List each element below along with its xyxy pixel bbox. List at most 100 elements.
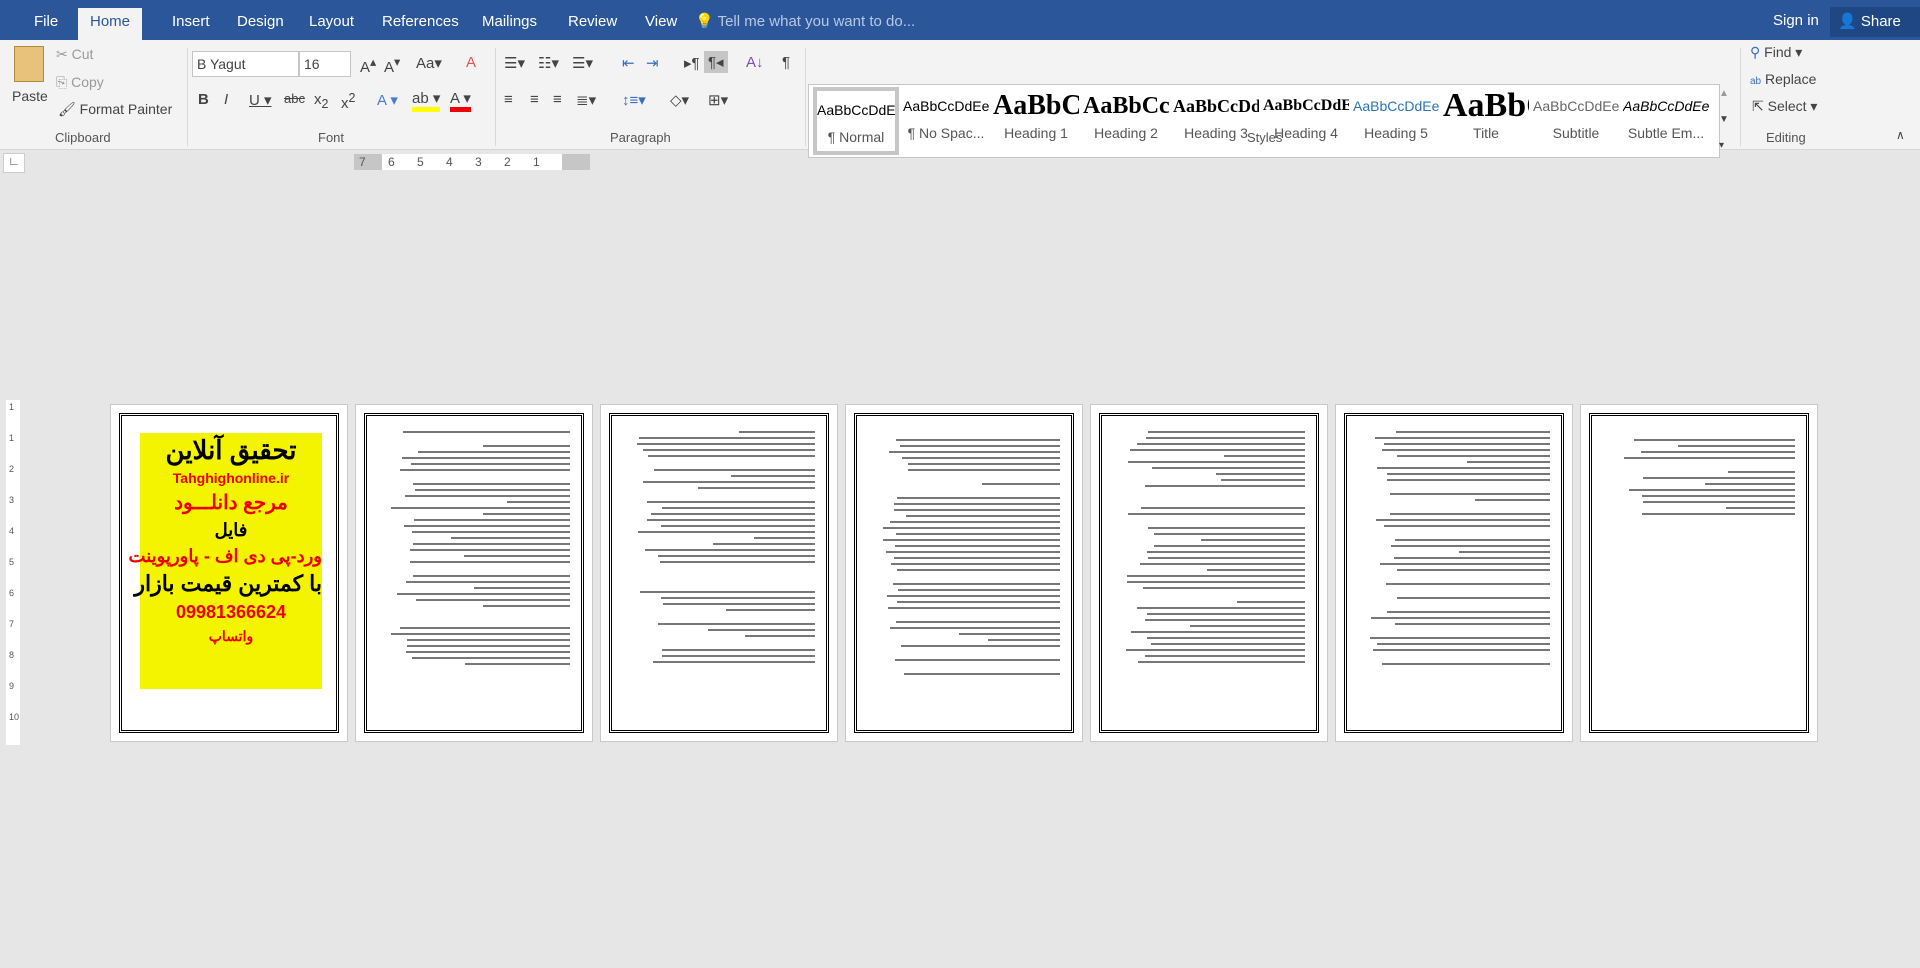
style-heading-2[interactable]: AaBbCcDdEe Heading 2	[1083, 87, 1169, 155]
gallery-more-icon[interactable]: ▾	[1719, 140, 1724, 151]
tell-me-search[interactable]: 💡 Tell me what you want to do...	[695, 12, 915, 30]
text-line	[893, 557, 1060, 559]
page-thumbnail[interactable]	[845, 404, 1083, 742]
bullets-icon[interactable]: ☰▾	[504, 54, 525, 72]
align-center-icon[interactable]: ≡	[530, 91, 539, 108]
style-title[interactable]: AaBbCcDdEeTitle	[1443, 87, 1529, 155]
text-line	[1380, 563, 1550, 565]
sign-in-link[interactable]: Sign in	[1773, 12, 1819, 29]
shading-icon[interactable]: ◇▾	[670, 91, 689, 109]
multilevel-list-icon[interactable]: ☰▾	[572, 54, 593, 72]
text-effects-icon[interactable]: A ▾	[377, 91, 398, 109]
line-spacing-icon[interactable]: ↕≡▾	[622, 91, 646, 109]
text-line	[662, 649, 815, 651]
share-button[interactable]: 👤 Share	[1830, 7, 1920, 37]
text-line	[661, 655, 815, 657]
underline-icon[interactable]: U ▾	[249, 91, 272, 109]
text-line	[415, 489, 570, 491]
tab-home[interactable]: Home	[78, 8, 143, 40]
tab-insert[interactable]: Insert	[160, 8, 222, 40]
ltr-icon[interactable]: ▸¶	[684, 54, 700, 72]
text-line	[403, 525, 570, 527]
text-line	[406, 639, 570, 641]
decrease-indent-icon[interactable]: ⇤	[622, 54, 635, 72]
cut-button[interactable]: ✂ Cut	[56, 46, 93, 63]
text-line	[896, 439, 1060, 441]
tab-view[interactable]: View	[633, 8, 689, 40]
font-size-select[interactable]: 16	[299, 51, 351, 77]
ruler-tick-label: 8	[9, 650, 15, 660]
tab-design[interactable]: Design	[225, 8, 296, 40]
font-name-select[interactable]: B Yagut	[192, 51, 299, 77]
text-line	[753, 537, 815, 539]
increase-indent-icon[interactable]: ⇥	[646, 54, 659, 72]
rtl-icon[interactable]: ¶◂	[704, 51, 728, 73]
align-left-icon[interactable]: ≡	[504, 91, 513, 108]
page-thumbnail[interactable]	[1580, 404, 1818, 742]
subscript-icon[interactable]: x2	[314, 91, 328, 111]
page-thumbnail[interactable]	[1090, 404, 1328, 742]
tab-file[interactable]: File	[22, 8, 70, 40]
numbering-icon[interactable]: ☷▾	[538, 54, 559, 72]
ruler-tick-label: 2	[504, 155, 511, 169]
clear-formatting-icon[interactable]: A	[466, 54, 476, 71]
text-line	[1467, 461, 1550, 463]
page-thumbnail[interactable]	[600, 404, 838, 742]
copy-button[interactable]: ⎘ Copy	[56, 74, 104, 91]
tab-references[interactable]: References	[370, 8, 471, 40]
borders-icon[interactable]: ⊞▾	[708, 91, 728, 109]
text-line	[1372, 649, 1550, 651]
style-heading-5[interactable]: AaBbCcDdEe Heading 5	[1353, 87, 1439, 155]
page-thumbnail[interactable]	[355, 404, 593, 742]
style-subtitle[interactable]: AaBbCcDdEe Subtitle	[1533, 87, 1619, 155]
justify-icon[interactable]: ≣▾	[576, 91, 596, 109]
bold-icon[interactable]: B	[198, 91, 209, 108]
text-line	[450, 537, 570, 539]
text-line	[1629, 489, 1795, 491]
show-marks-icon[interactable]: ¶	[782, 54, 790, 71]
text-line	[642, 449, 815, 451]
text-line	[894, 509, 1060, 511]
horizontal-ruler[interactable]: 7 6 5 4 3 2 1	[354, 154, 590, 170]
text-line	[1148, 431, 1305, 433]
align-right-icon[interactable]: ≡	[553, 91, 562, 108]
gallery-scroll-up-icon[interactable]: ▲	[1719, 88, 1729, 99]
style-normal[interactable]: AaBbCcDdEe ¶ Normal	[813, 87, 899, 155]
text-line	[1145, 619, 1305, 621]
shrink-font-icon[interactable]: A▾	[384, 54, 400, 76]
vertical-ruler[interactable]: 1 1 2 3 4 5 6 7 8 9 10	[6, 400, 20, 745]
style-no-spac[interactable]: AaBbCcDdEe ¶ No Spac...	[903, 87, 989, 155]
sort-icon[interactable]: A↓	[746, 54, 764, 71]
strikethrough-icon[interactable]: abc	[284, 91, 305, 106]
change-case-icon[interactable]: Aa▾	[416, 54, 442, 72]
page-thumbnail[interactable]	[1335, 404, 1573, 742]
tab-review[interactable]: Review	[556, 8, 629, 40]
gallery-scroll-down-icon[interactable]: ▼	[1719, 114, 1729, 125]
font-color-icon[interactable]: A ▾	[450, 89, 471, 112]
tab-mailings[interactable]: Mailings	[470, 8, 549, 40]
superscript-icon[interactable]: x2	[341, 91, 355, 112]
paste-icon[interactable]	[14, 46, 44, 82]
highlight-icon[interactable]: ab ▾	[412, 89, 441, 112]
tab-selector[interactable]: ∟	[3, 153, 25, 173]
find-button[interactable]: ⚲ Find ▾	[1750, 44, 1802, 61]
ad-line1: مرجع دانلـــود	[174, 492, 288, 514]
text-line	[896, 621, 1060, 623]
text-line	[411, 531, 570, 533]
text-line	[1386, 473, 1550, 475]
paste-button[interactable]: Paste	[12, 88, 48, 104]
style-subtle-em[interactable]: AaBbCcDdEe Subtle Em...	[1623, 87, 1709, 155]
italic-icon[interactable]: I	[224, 91, 228, 108]
tab-layout[interactable]: Layout	[297, 8, 366, 40]
grow-font-icon[interactable]: A▴	[360, 54, 376, 76]
select-button[interactable]: ⇱ Select ▾	[1752, 98, 1817, 115]
text-line	[1141, 507, 1305, 509]
copy-label: Copy	[71, 74, 104, 90]
style-heading-1[interactable]: AaBbCcDdEe Heading 1	[993, 87, 1079, 155]
text-line	[707, 629, 815, 631]
text-line	[1678, 445, 1795, 447]
collapse-ribbon-icon[interactable]: ∧	[1896, 128, 1905, 142]
format-painter-button[interactable]: 🖌 Format Painter	[58, 101, 172, 118]
page-thumbnail[interactable]: تحقیق آنلاین Tahghighonline.ir مرجع دانلــ…	[110, 404, 348, 742]
replace-button[interactable]: ab Replace	[1750, 71, 1816, 87]
